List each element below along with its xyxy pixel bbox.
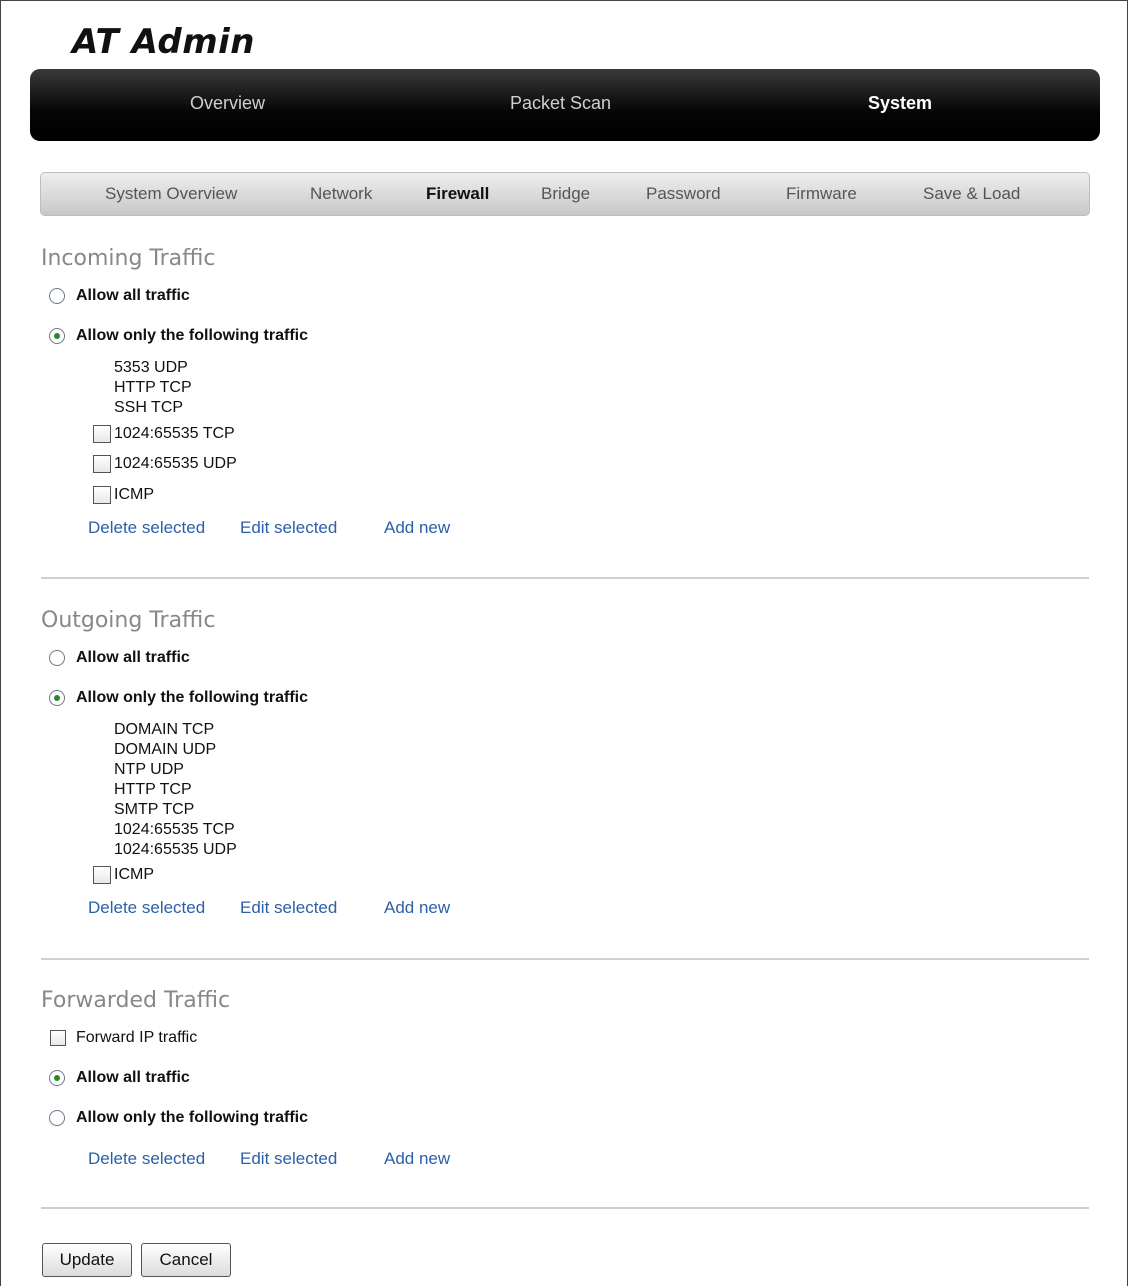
- forwarded-allow-only-label: Allow only the following traffic: [76, 1109, 308, 1126]
- incoming-edit-selected-link[interactable]: Edit selected: [240, 518, 337, 538]
- forward-ip-option[interactable]: Forward IP traffic: [50, 1028, 197, 1048]
- section-divider: [41, 958, 1089, 960]
- outgoing-rule: 1024:65535 UDP: [114, 841, 237, 858]
- cancel-button[interactable]: Cancel: [141, 1243, 231, 1277]
- forwarded-allow-all-radio[interactable]: [49, 1070, 65, 1086]
- outgoing-edit-selected-link[interactable]: Edit selected: [240, 898, 337, 918]
- forwarded-edit-selected-link[interactable]: Edit selected: [240, 1149, 337, 1169]
- rule-checkbox[interactable]: [93, 486, 111, 504]
- rule-checkbox-label: ICMP: [114, 866, 154, 883]
- rule-checkbox[interactable]: [93, 866, 111, 884]
- forward-ip-checkbox[interactable]: [50, 1030, 66, 1046]
- incoming-delete-selected-link[interactable]: Delete selected: [88, 518, 205, 538]
- incoming-allow-only-label: Allow only the following traffic: [76, 327, 308, 344]
- outgoing-allow-all-label: Allow all traffic: [76, 649, 190, 666]
- app-logo: AT Admin: [72, 22, 255, 62]
- top-navigation: Overview Packet Scan System: [30, 69, 1100, 141]
- outgoing-allow-all-option[interactable]: Allow all traffic: [49, 648, 190, 668]
- forward-ip-label: Forward IP traffic: [76, 1029, 198, 1046]
- forwarded-allow-only-radio[interactable]: [49, 1110, 65, 1126]
- incoming-traffic-title: Incoming Traffic: [41, 246, 216, 271]
- outgoing-rule: 1024:65535 TCP: [114, 821, 235, 838]
- section-divider: [41, 577, 1089, 579]
- outgoing-allow-only-radio[interactable]: [49, 690, 65, 706]
- subnav-item-firewall[interactable]: Firewall: [426, 184, 489, 204]
- incoming-rule: 5353 UDP: [114, 359, 188, 376]
- section-divider: [41, 1207, 1089, 1209]
- topnav-item-system[interactable]: System: [868, 93, 932, 114]
- incoming-checkbox-rule[interactable]: ICMP: [93, 484, 154, 506]
- rule-checkbox-label: 1024:65535 TCP: [114, 425, 235, 442]
- forwarded-add-new-link[interactable]: Add new: [384, 1149, 450, 1169]
- forwarded-allow-all-label: Allow all traffic: [76, 1069, 190, 1086]
- subnav-item-firmware[interactable]: Firmware: [786, 184, 857, 204]
- outgoing-allow-all-radio[interactable]: [49, 650, 65, 666]
- subnav-item-bridge[interactable]: Bridge: [541, 184, 590, 204]
- sub-navigation: System Overview Network Firewall Bridge …: [40, 172, 1090, 216]
- incoming-checkbox-rule[interactable]: 1024:65535 UDP: [93, 453, 237, 475]
- subnav-item-system-overview[interactable]: System Overview: [105, 184, 237, 204]
- outgoing-rule: HTTP TCP: [114, 781, 192, 798]
- subnav-item-network[interactable]: Network: [310, 184, 372, 204]
- outgoing-rule: DOMAIN UDP: [114, 741, 217, 758]
- outgoing-rule: NTP UDP: [114, 761, 184, 778]
- outgoing-rule: SMTP TCP: [114, 801, 195, 818]
- incoming-allow-only-radio[interactable]: [49, 328, 65, 344]
- incoming-add-new-link[interactable]: Add new: [384, 518, 450, 538]
- outgoing-checkbox-rule[interactable]: ICMP: [93, 864, 154, 886]
- incoming-allow-all-label: Allow all traffic: [76, 287, 190, 304]
- subnav-item-save-load[interactable]: Save & Load: [923, 184, 1020, 204]
- forwarded-delete-selected-link[interactable]: Delete selected: [88, 1149, 205, 1169]
- outgoing-allow-only-label: Allow only the following traffic: [76, 689, 308, 706]
- incoming-rule: HTTP TCP: [114, 379, 192, 396]
- outgoing-rule: DOMAIN TCP: [114, 721, 215, 738]
- rule-checkbox[interactable]: [93, 455, 111, 473]
- topnav-item-packet-scan[interactable]: Packet Scan: [510, 93, 611, 114]
- forwarded-traffic-title: Forwarded Traffic: [41, 988, 231, 1013]
- incoming-allow-all-option[interactable]: Allow all traffic: [49, 286, 190, 306]
- incoming-checkbox-rule[interactable]: 1024:65535 TCP: [93, 423, 235, 445]
- forwarded-allow-only-option[interactable]: Allow only the following traffic: [49, 1108, 308, 1128]
- rule-checkbox[interactable]: [93, 425, 111, 443]
- update-button[interactable]: Update: [42, 1243, 132, 1277]
- outgoing-add-new-link[interactable]: Add new: [384, 898, 450, 918]
- outgoing-traffic-title: Outgoing Traffic: [41, 608, 216, 633]
- outgoing-allow-only-option[interactable]: Allow only the following traffic: [49, 688, 308, 708]
- rule-checkbox-label: 1024:65535 UDP: [114, 455, 237, 472]
- incoming-allow-all-radio[interactable]: [49, 288, 65, 304]
- incoming-rule: SSH TCP: [114, 399, 184, 416]
- subnav-item-password[interactable]: Password: [646, 184, 721, 204]
- forwarded-allow-all-option[interactable]: Allow all traffic: [49, 1068, 190, 1088]
- rule-checkbox-label: ICMP: [114, 486, 154, 503]
- incoming-allow-only-option[interactable]: Allow only the following traffic: [49, 326, 308, 346]
- outgoing-delete-selected-link[interactable]: Delete selected: [88, 898, 205, 918]
- topnav-item-overview[interactable]: Overview: [190, 93, 265, 114]
